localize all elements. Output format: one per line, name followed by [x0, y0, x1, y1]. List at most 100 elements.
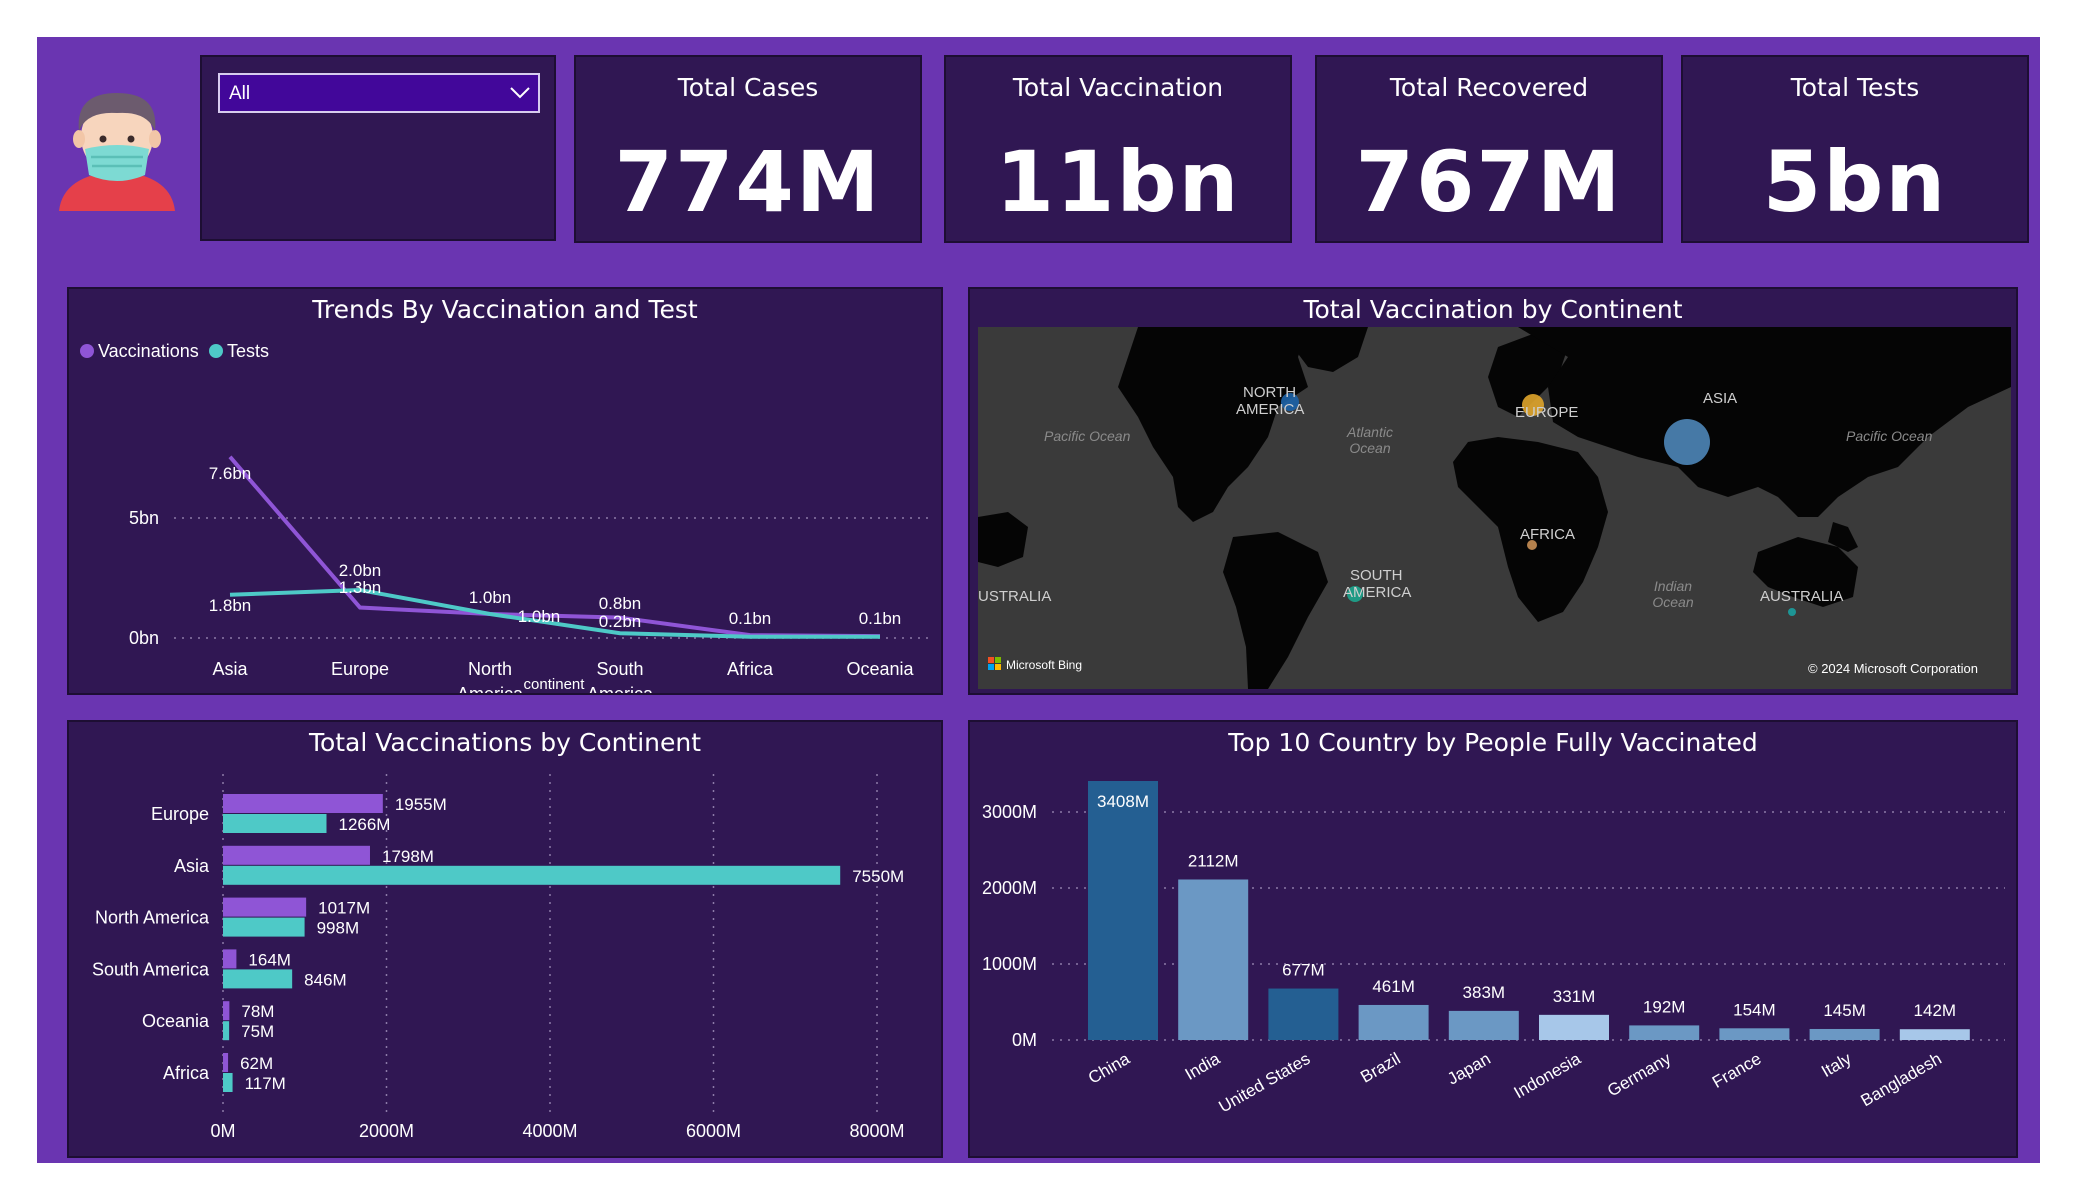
map-label-australia-left: USTRALIA: [978, 588, 1051, 605]
chevron-down-icon: [510, 87, 530, 99]
bar: [223, 1073, 233, 1092]
data-label: 0.2bn: [599, 612, 642, 631]
map-label-south-america-1: SOUTH: [1350, 567, 1403, 584]
map-label-asia: ASIA: [1703, 390, 1737, 407]
x-tick-label: Europe: [331, 659, 389, 679]
kpi-value: 11bn: [995, 133, 1241, 231]
kpi-title: Total Cases: [677, 73, 819, 102]
data-label: 461M: [1372, 977, 1415, 996]
data-label: 1017M: [318, 899, 370, 918]
map-label-indian-1: Indian: [1654, 578, 1692, 594]
data-label: 1.0bn: [518, 607, 561, 626]
x-tick-label: 0M: [210, 1121, 235, 1141]
x-tick-label: 8000M: [849, 1121, 904, 1141]
bar: [223, 1001, 230, 1021]
world-map[interactable]: Pacific Ocean Pacific Ocean Atlantic Oce…: [978, 327, 2011, 689]
data-label: 1266M: [338, 815, 390, 834]
x-tick-label: United States: [1216, 1049, 1314, 1116]
bar: [1088, 780, 1158, 1040]
data-label: 3408M: [1097, 792, 1149, 811]
x-tick-label: Italy: [1818, 1049, 1855, 1081]
bar: [223, 865, 841, 885]
vaccinations-bar-chart: 0M 2000M 4000M 6000M 8000M Europe 1955M 1266M As…: [92, 774, 905, 1141]
bar: [223, 845, 370, 865]
legend-label: Vaccinations: [98, 341, 199, 361]
data-label: 1.3bn: [339, 578, 382, 597]
data-label: 998M: [317, 919, 360, 938]
data-label: 78M: [241, 1002, 274, 1021]
y-tick-label: 0bn: [129, 628, 159, 648]
map-label-north-america-2: AMERICA: [1236, 401, 1304, 418]
legend-label: Tests: [227, 341, 269, 361]
bar: [1899, 1029, 1970, 1040]
x-tick-label: South: [596, 659, 643, 679]
y-tick-label: South America: [92, 959, 210, 979]
map-label-africa: AFRICA: [1520, 526, 1575, 543]
y-tick-label: Africa: [163, 1063, 210, 1083]
x-tick-label: 4000M: [522, 1121, 577, 1141]
data-label: 2112M: [1188, 851, 1239, 870]
x-tick-label: Japan: [1444, 1049, 1494, 1089]
x-tick-label: America: [587, 684, 654, 693]
data-label: 383M: [1463, 983, 1506, 1002]
x-tick-label: Germany: [1604, 1049, 1674, 1101]
bar: [1268, 988, 1339, 1040]
hbar-chart-panel: Total Vaccinations by Continent 0M 2000M 4…: [67, 720, 943, 1158]
y-tick-label: North America: [95, 908, 210, 928]
y-tick-label: 0M: [1012, 1030, 1037, 1050]
data-label: 117M: [245, 1074, 286, 1093]
bar: [1719, 1028, 1790, 1040]
data-label: 1798M: [382, 847, 434, 866]
kpi-total-vaccination: Total Vaccination 11bn: [944, 55, 1292, 243]
data-label: 1.8bn: [209, 596, 252, 615]
kpi-value: 774M: [614, 133, 882, 231]
map-label-europe: EUROPE: [1515, 404, 1578, 421]
map-brand: Microsoft Bing: [1006, 658, 1082, 672]
y-tick-label: 1000M: [982, 954, 1037, 974]
masked-person-icon: [59, 93, 175, 211]
data-label: 154M: [1733, 1000, 1776, 1019]
data-label: 145M: [1823, 1001, 1866, 1020]
panel-title: Total Vaccination by Continent: [1303, 295, 1683, 324]
y-tick-label: Europe: [151, 804, 209, 824]
data-label: 192M: [1643, 997, 1686, 1016]
x-tick-label: Brazil: [1357, 1049, 1403, 1087]
x-tick-label: Bangladesh: [1858, 1049, 1945, 1110]
continent-slicer: All: [200, 55, 556, 241]
y-tick-label: Asia: [174, 856, 210, 876]
x-tick-label: 6000M: [686, 1121, 741, 1141]
data-label: 331M: [1553, 987, 1596, 1006]
bar: [1629, 1025, 1700, 1040]
map-copyright: © 2024 Microsoft Corporation: [1808, 661, 1978, 676]
y-tick-label: 3000M: [982, 802, 1037, 822]
kpi-total-recovered: Total Recovered 767M: [1315, 55, 1663, 243]
map-svg: Pacific Ocean Pacific Ocean Atlantic Oce…: [978, 327, 2011, 689]
bar: [223, 969, 293, 989]
data-label: 846M: [304, 970, 347, 989]
data-label: 7.6bn: [209, 464, 252, 483]
continent-dropdown[interactable]: All: [218, 73, 540, 113]
legend-marker: [209, 344, 223, 358]
bar: [1358, 1004, 1429, 1040]
trend-line-chart: Vaccinations Tests 0bn 5bn Asia Europe North Am…: [80, 341, 934, 693]
kpi-value: 767M: [1355, 133, 1623, 231]
continent-shapes: [978, 327, 2011, 689]
x-axis-title: continent: [524, 676, 586, 693]
data-label: 7550M: [852, 867, 904, 886]
bar: [223, 794, 383, 813]
y-tick-label: 2000M: [982, 878, 1037, 898]
data-label: 164M: [248, 950, 291, 969]
data-label: 1.0bn: [469, 588, 512, 607]
top-countries-column-chart: 0M 1000M 2000M 3000M 3408M China 2112M India 677…: [982, 780, 2005, 1116]
x-tick-label: Oceania: [846, 659, 914, 679]
y-tick-label: Oceania: [142, 1011, 210, 1031]
map-label-pacific-right: Pacific Ocean: [1846, 428, 1933, 444]
x-tick-label: North: [468, 659, 512, 679]
x-tick-label: Indonesia: [1511, 1049, 1585, 1103]
bar: [1539, 1014, 1609, 1040]
bubble-asia[interactable]: [1664, 419, 1710, 465]
kpi-total-cases: Total Cases 774M: [574, 55, 922, 243]
dropdown-value: All: [229, 83, 251, 104]
bubble-oceania[interactable]: [1788, 608, 1796, 616]
kpi-title: Total Vaccination: [1012, 73, 1224, 102]
